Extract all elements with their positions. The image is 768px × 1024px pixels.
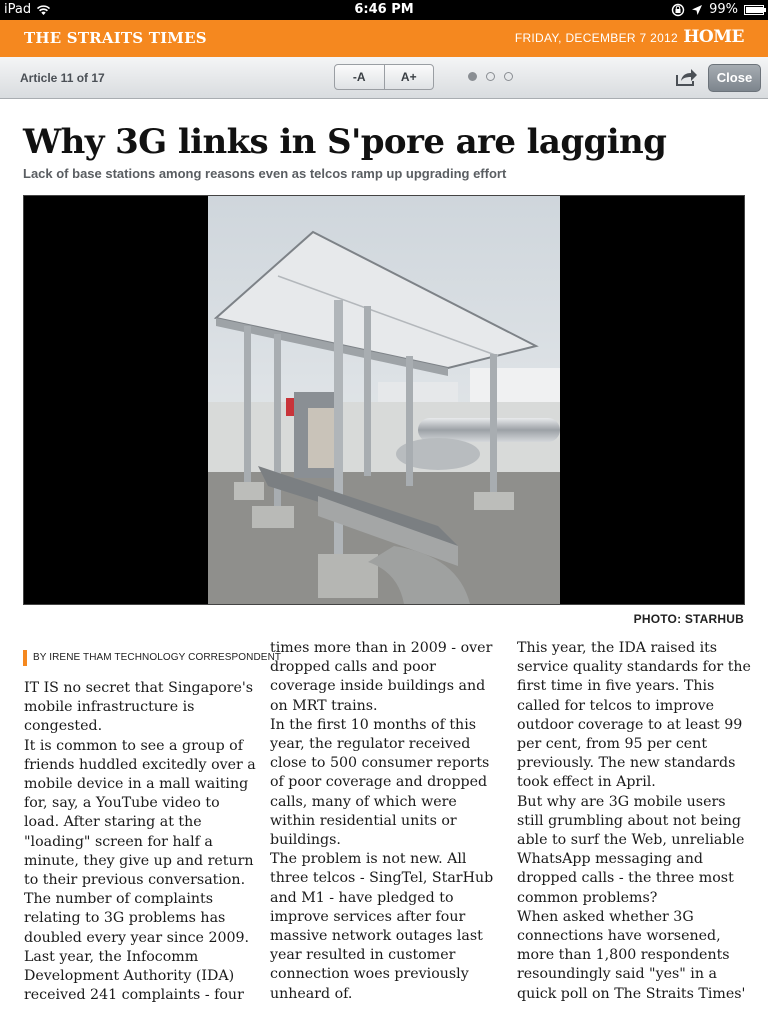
status-bar: iPad 6:46 PM 99% <box>0 0 768 20</box>
location-arrow-icon <box>692 4 703 15</box>
status-time: 6:46 PM <box>354 2 414 17</box>
body-text-line: able to surf the Web, unreliable <box>517 832 745 849</box>
body-text-line: friends huddled excitedly over a <box>24 756 256 773</box>
body-text-line: resoundingly said "yes" in a <box>517 966 717 983</box>
page-indicator[interactable] <box>468 72 513 81</box>
body-text-line: dropped calls - the three most <box>517 870 734 887</box>
share-icon[interactable] <box>674 66 698 88</box>
body-text-line: per cent, from 95 per cent <box>517 736 708 753</box>
battery-percent: 99% <box>709 2 738 17</box>
body-text-line: When asked whether 3G <box>517 908 694 925</box>
body-text-line: common problems? <box>517 889 658 906</box>
body-text-line: for, say, a YouTube video to <box>24 795 220 812</box>
body-text-line: In the first 10 months of this <box>270 716 477 733</box>
body-text-line: year, the regulator received <box>270 736 471 753</box>
body-text-line: WhatsApp messaging and <box>517 851 703 868</box>
status-right: 99% <box>671 2 766 17</box>
article-column-3: This year, the IDA raised its service qua… <box>517 639 751 1004</box>
article-headline: Why 3G links in S'pore are lagging <box>23 122 667 162</box>
rotation-lock-icon <box>671 3 685 16</box>
body-text-line: relating to 3G problems has <box>24 910 226 927</box>
base-station-photo <box>208 196 560 604</box>
page-dot[interactable] <box>486 72 495 81</box>
body-text-line: three telcos - SingTel, StarHub <box>270 870 494 887</box>
body-text-line: improve services after four <box>270 908 466 925</box>
body-text-line: Last year, the Infocomm <box>24 948 199 965</box>
body-text-line: "loading" screen for half a <box>24 833 213 850</box>
home-link[interactable]: HOME <box>683 27 744 47</box>
body-text-line: congested. <box>24 718 103 735</box>
article-column-1: IT IS no secret that Singapore's mobile i… <box>24 679 256 1005</box>
font-size-control: -A A+ <box>334 64 434 90</box>
body-text-line: But why are 3G mobile users <box>517 793 726 810</box>
body-text-line: The problem is not new. All <box>270 851 467 868</box>
font-smaller-button[interactable]: -A <box>335 65 384 89</box>
body-text-line: called for telcos to improve <box>517 697 715 714</box>
body-text-line: service quality standards for the <box>517 659 751 676</box>
body-text-line: massive network outages last <box>270 928 483 945</box>
paper-logo: THE STRAITS TIMES <box>24 29 207 47</box>
body-text-line: close to 500 consumer reports <box>270 755 490 772</box>
body-text-line: This year, the IDA raised its <box>517 640 718 656</box>
body-text-line: Development Authority (IDA) <box>24 968 235 985</box>
photo-credit: PHOTO: STARHUB <box>633 612 744 626</box>
body-text-line: mobile infrastructure is <box>24 699 195 716</box>
battery-icon <box>744 4 766 15</box>
body-text-line: outdoor coverage to at least 99 <box>517 716 743 733</box>
body-text-line: more than 1,800 respondents <box>517 947 730 964</box>
body-text-line: times more than in 2009 - over <box>270 640 493 656</box>
body-text-line: still grumbling about not being <box>517 812 742 829</box>
font-larger-button[interactable]: A+ <box>383 65 434 89</box>
masthead: THE STRAITS TIMES FRIDAY, DECEMBER 7 201… <box>0 20 768 57</box>
body-text-line: within residential units or <box>270 812 457 829</box>
issue-date: FRIDAY, DECEMBER 7 2012 <box>514 31 678 45</box>
body-text-line: It is common to see a group of <box>24 737 243 754</box>
body-text-line: took effect in April. <box>517 774 656 791</box>
body-text-line: coverage inside buildings and <box>270 678 486 695</box>
close-button[interactable]: Close <box>708 64 761 92</box>
body-text-line: buildings. <box>270 832 341 849</box>
body-text-line: and M1 - have pledged to <box>270 889 454 906</box>
body-text-line: minute, they give up and return <box>24 852 254 869</box>
body-text-line: calls, many of which were <box>270 793 457 810</box>
page-dot[interactable] <box>468 72 477 81</box>
body-text-line: dropped calls and poor <box>270 659 436 676</box>
body-text-line: on MRT trains. <box>270 697 378 714</box>
article-count: Article 11 of 17 <box>20 71 105 85</box>
byline: BY IRENE THAM TECHNOLOGY CORRESPONDENT <box>23 650 281 666</box>
body-text-line: IT IS no secret that Singapore's <box>24 680 254 696</box>
body-text-line: received 241 complaints - four <box>24 987 244 1004</box>
body-text-line: previously. The new standards <box>517 755 736 772</box>
body-text-line: mobile device in a mall waiting <box>24 776 249 793</box>
article-photo[interactable] <box>23 195 745 605</box>
body-text-line: unheard of. <box>270 985 353 1002</box>
body-text-line: connections have worsened, <box>517 928 721 945</box>
body-text-line: year resulted in customer <box>270 947 456 964</box>
body-text-line: connection woes previously <box>270 966 469 983</box>
article-subhead: Lack of base stations among reasons even… <box>23 166 507 181</box>
body-text-line: quick poll on The Straits Times' <box>517 985 746 1002</box>
body-text-line: to their previous conversation. <box>24 872 246 889</box>
body-text-line: The number of complaints <box>24 891 213 908</box>
body-text-line: doubled every year since 2009. <box>24 929 250 946</box>
article-column-2: times more than in 2009 - over dropped ca… <box>270 639 502 1004</box>
body-text-line: of poor coverage and dropped <box>270 774 488 791</box>
body-text-line: first time in five years. This <box>517 678 715 695</box>
body-text-line: load. After staring at the <box>24 814 202 831</box>
page-dot[interactable] <box>504 72 513 81</box>
article-toolbar: Article 11 of 17 -A A+ Close <box>0 57 768 99</box>
